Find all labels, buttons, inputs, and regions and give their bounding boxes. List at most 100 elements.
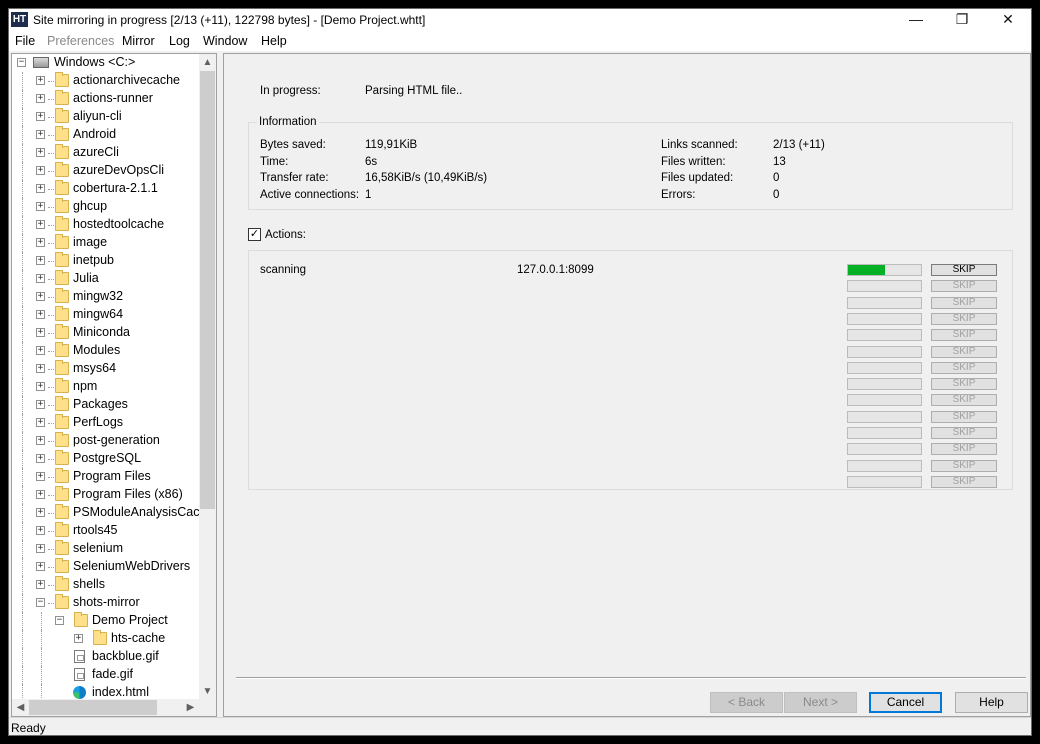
expand-icon[interactable]: +: [36, 220, 45, 229]
tree-folder-row[interactable]: + azureCli: [12, 144, 198, 162]
skip-button[interactable]: SKIP: [931, 280, 997, 293]
tree-folder-row[interactable]: + PerfLogs: [12, 414, 198, 432]
folder-tree[interactable]: − Windows <C:> + actionarchivecache + actio…: [11, 53, 217, 717]
tree-folder-row[interactable]: + post-generation: [12, 432, 198, 450]
tree-file-row[interactable]: + hts-cache: [12, 630, 198, 648]
expand-icon[interactable]: +: [36, 454, 45, 463]
expand-icon[interactable]: +: [36, 94, 45, 103]
menu-window[interactable]: Window: [203, 34, 247, 48]
tree-folder-row[interactable]: + Miniconda: [12, 324, 198, 342]
expand-icon[interactable]: +: [36, 346, 45, 355]
menu-mirror[interactable]: Mirror: [122, 34, 155, 48]
expand-icon[interactable]: +: [36, 148, 45, 157]
menu-help[interactable]: Help: [261, 34, 287, 48]
expand-icon[interactable]: +: [36, 562, 45, 571]
tree-folder-row[interactable]: + Android: [12, 126, 198, 144]
cancel-button[interactable]: Cancel: [869, 692, 942, 713]
expand-icon[interactable]: +: [36, 328, 45, 337]
tree-folder-row[interactable]: + SeleniumWebDrivers: [12, 558, 198, 576]
expand-icon[interactable]: +: [36, 166, 45, 175]
actions-checkbox[interactable]: ✓: [248, 228, 261, 241]
tree-folder-row[interactable]: + PSModuleAnalysisCache: [12, 504, 213, 522]
skip-button[interactable]: SKIP: [931, 329, 997, 342]
skip-button[interactable]: SKIP: [931, 410, 997, 423]
tree-folder-row[interactable]: + shells: [12, 576, 198, 594]
skip-button[interactable]: SKIP: [931, 312, 997, 325]
tree-folder-row[interactable]: + msys64: [12, 360, 198, 378]
tree-folder-row[interactable]: + Program Files: [12, 468, 198, 486]
expand-icon[interactable]: +: [36, 400, 45, 409]
scroll-right-arrow-icon[interactable]: ▶: [182, 699, 199, 716]
tree-project-row[interactable]: − Demo Project: [12, 612, 198, 630]
expand-icon[interactable]: +: [36, 238, 45, 247]
expand-icon[interactable]: +: [36, 544, 45, 553]
menu-file[interactable]: File: [15, 34, 35, 48]
skip-button[interactable]: SKIP: [931, 345, 997, 358]
collapse-icon[interactable]: −: [17, 58, 26, 67]
tree-folder-row[interactable]: + inetpub: [12, 252, 198, 270]
tree-folder-row[interactable]: + Packages: [12, 396, 198, 414]
scroll-left-arrow-icon[interactable]: ◀: [12, 699, 29, 716]
next-button[interactable]: Next >: [784, 692, 857, 713]
back-button[interactable]: < Back: [710, 692, 783, 713]
tree-horizontal-scrollbar[interactable]: ◀ ▶: [12, 699, 199, 716]
tree-folder-row[interactable]: + hostedtoolcache: [12, 216, 198, 234]
tree-folder-row[interactable]: + mingw64: [12, 306, 198, 324]
skip-button[interactable]: SKIP: [931, 296, 997, 309]
tree-folder-row[interactable]: + rtools45: [12, 522, 198, 540]
expand-icon[interactable]: +: [36, 76, 45, 85]
skip-button[interactable]: SKIP: [931, 361, 997, 374]
expand-icon[interactable]: +: [36, 382, 45, 391]
tree-folder-row[interactable]: + Modules: [12, 342, 198, 360]
tree-vertical-scrollbar[interactable]: ▲ ▼: [199, 54, 216, 700]
expand-icon[interactable]: +: [36, 274, 45, 283]
menu-preferences[interactable]: Preferences: [47, 34, 114, 48]
expand-icon[interactable]: +: [36, 364, 45, 373]
tree-folder-row[interactable]: + Julia: [12, 270, 198, 288]
expand-icon[interactable]: +: [36, 418, 45, 427]
skip-button[interactable]: SKIP: [931, 443, 997, 456]
expand-icon[interactable]: +: [36, 580, 45, 589]
tree-folder-row[interactable]: + PostgreSQL: [12, 450, 198, 468]
expand-icon[interactable]: +: [74, 634, 83, 643]
skip-button[interactable]: SKIP: [931, 459, 997, 472]
expand-icon[interactable]: +: [36, 310, 45, 319]
expand-icon[interactable]: +: [36, 256, 45, 265]
collapse-icon[interactable]: −: [55, 616, 64, 625]
expand-icon[interactable]: +: [36, 508, 45, 517]
tree-folder-row[interactable]: + ghcup: [12, 198, 198, 216]
expand-icon[interactable]: +: [36, 526, 45, 535]
horizontal-scroll-thumb[interactable]: [29, 700, 157, 715]
expand-icon[interactable]: +: [36, 202, 45, 211]
tree-file-row[interactable]: fade.gif: [12, 666, 198, 684]
tree-folder-row[interactable]: + actions-runner: [12, 90, 198, 108]
skip-button[interactable]: SKIP: [931, 475, 997, 488]
minimize-button[interactable]: —: [893, 9, 939, 31]
tree-folder-row[interactable]: + image: [12, 234, 198, 252]
expand-icon[interactable]: +: [36, 292, 45, 301]
skip-button[interactable]: SKIP: [931, 394, 997, 407]
vertical-scroll-thumb[interactable]: [200, 71, 215, 509]
expand-icon[interactable]: +: [36, 490, 45, 499]
tree-folder-row[interactable]: + Program Files (x86): [12, 486, 198, 504]
skip-button[interactable]: SKIP: [931, 264, 997, 276]
tree-folder-row[interactable]: + npm: [12, 378, 198, 396]
skip-button[interactable]: SKIP: [931, 378, 997, 391]
expand-icon[interactable]: +: [36, 112, 45, 121]
tree-folder-row[interactable]: − shots-mirror: [12, 594, 198, 612]
expand-icon[interactable]: +: [36, 130, 45, 139]
help-button[interactable]: Help: [955, 692, 1028, 713]
menu-log[interactable]: Log: [169, 34, 190, 48]
close-button[interactable]: ✕: [985, 9, 1031, 31]
tree-folder-row[interactable]: + cobertura-2.1.1: [12, 180, 198, 198]
scroll-down-arrow-icon[interactable]: ▼: [199, 683, 216, 700]
expand-icon[interactable]: +: [36, 184, 45, 193]
scroll-up-arrow-icon[interactable]: ▲: [199, 54, 216, 71]
tree-folder-row[interactable]: + actionarchivecache: [12, 72, 198, 90]
tree-folder-row[interactable]: + selenium: [12, 540, 198, 558]
maximize-button[interactable]: ❐: [939, 9, 985, 31]
tree-folder-row[interactable]: + aliyun-cli: [12, 108, 198, 126]
skip-button[interactable]: SKIP: [931, 427, 997, 439]
tree-root-drive[interactable]: − Windows <C:>: [12, 54, 198, 72]
expand-icon[interactable]: +: [36, 472, 45, 481]
